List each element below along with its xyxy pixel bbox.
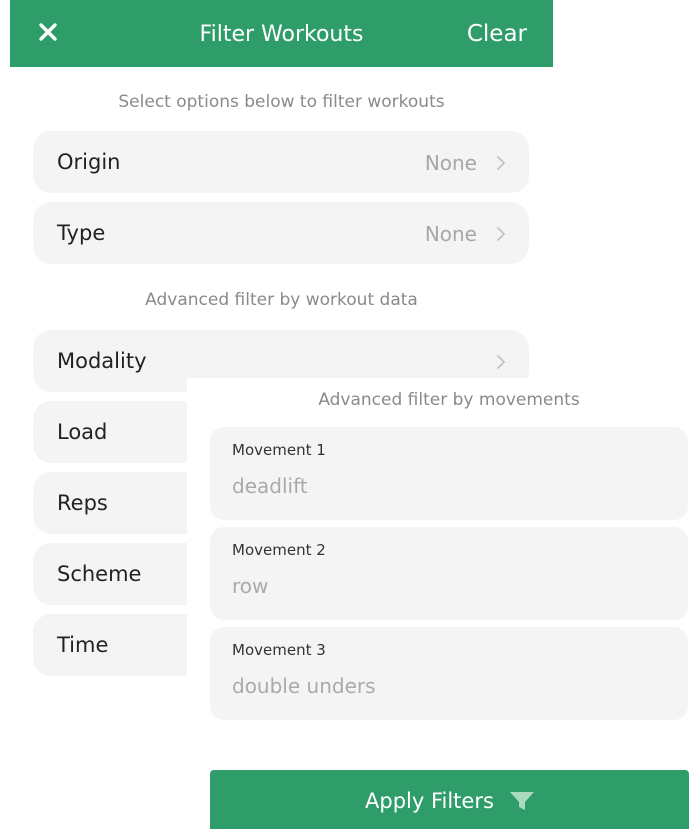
movement-2-input[interactable] (232, 571, 662, 601)
movement-1-input[interactable] (232, 471, 662, 501)
movement-1-card: Movement 1 (210, 427, 688, 520)
chevron-right-icon (497, 355, 506, 369)
apply-filters-label: Apply Filters (365, 789, 494, 813)
time-label: Time (57, 633, 109, 657)
movement-2-label: Movement 2 (232, 541, 326, 559)
header-bar: Filter Workouts Clear (10, 0, 553, 67)
clear-button[interactable]: Clear (467, 21, 527, 47)
movement-3-input[interactable] (232, 671, 662, 701)
reps-label: Reps (57, 491, 108, 515)
filter-icon (510, 792, 534, 810)
movement-1-label: Movement 1 (232, 441, 326, 459)
advanced-caption: Advanced filter by workout data (145, 290, 418, 310)
type-value: None (424, 222, 477, 246)
chevron-right-icon (497, 156, 506, 170)
movement-3-card: Movement 3 (210, 627, 688, 720)
movement-3-label: Movement 3 (232, 641, 326, 659)
origin-row[interactable]: Origin None (33, 131, 529, 193)
chevron-right-icon (497, 227, 506, 241)
origin-value: None (424, 151, 477, 175)
load-label: Load (57, 420, 108, 444)
movement-2-card: Movement 2 (210, 527, 688, 620)
modality-label: Modality (57, 349, 147, 373)
origin-label: Origin (57, 150, 121, 174)
apply-filters-button[interactable]: Apply Filters (210, 770, 689, 829)
type-label: Type (57, 221, 106, 245)
basic-caption: Select options below to filter workouts (118, 92, 445, 112)
movements-caption: Advanced filter by movements (318, 390, 580, 410)
type-row[interactable]: Type None (33, 202, 529, 264)
scheme-label: Scheme (57, 562, 142, 586)
